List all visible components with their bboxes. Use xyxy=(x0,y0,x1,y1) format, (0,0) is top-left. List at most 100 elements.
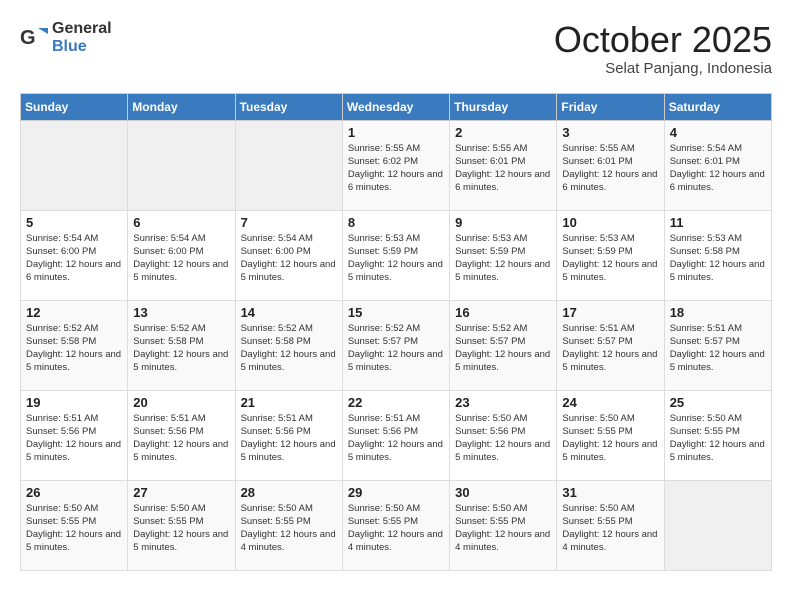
cell-info: Sunrise: 5:51 AM Sunset: 5:56 PM Dayligh… xyxy=(241,412,337,465)
cell-info: Sunrise: 5:51 AM Sunset: 5:57 PM Dayligh… xyxy=(670,322,766,375)
calendar-cell: 14 Sunrise: 5:52 AM Sunset: 5:58 PM Dayli… xyxy=(235,300,342,390)
day-number: 27 xyxy=(133,485,229,500)
calendar-cell: 8 Sunrise: 5:53 AM Sunset: 5:59 PM Daylig… xyxy=(342,210,449,300)
day-number: 19 xyxy=(26,395,122,410)
page-header: G General Blue October 2025 Selat Panjan… xyxy=(20,20,772,77)
day-number: 7 xyxy=(241,215,337,230)
day-number: 28 xyxy=(241,485,337,500)
day-number: 1 xyxy=(348,125,444,140)
calendar-cell: 6Sunrise: 5:54 AM Sunset: 6:00 PM Daylig… xyxy=(128,210,235,300)
cell-info: Sunrise: 5:51 AM Sunset: 5:57 PM Dayligh… xyxy=(562,322,658,375)
day-number: 4 xyxy=(670,125,766,140)
calendar-cell: 21 Sunrise: 5:51 AM Sunset: 5:56 PM Dayli… xyxy=(235,390,342,480)
calendar-cell: 7Sunrise: 5:54 AM Sunset: 6:00 PM Daylig… xyxy=(235,210,342,300)
day-number: 6 xyxy=(133,215,229,230)
logo-icon: G xyxy=(20,24,48,52)
calendar-cell: 22 Sunrise: 5:51 AM Sunset: 5:56 PM Dayli… xyxy=(342,390,449,480)
calendar-cell: 25 Sunrise: 5:50 AM Sunset: 5:55 PM Dayli… xyxy=(664,390,771,480)
col-header-wednesday: Wednesday xyxy=(342,93,449,120)
day-number: 22 xyxy=(348,395,444,410)
calendar-cell xyxy=(21,120,128,210)
col-header-friday: Friday xyxy=(557,93,664,120)
day-number: 30 xyxy=(455,485,551,500)
cell-info: Sunrise: 5:53 AM Sunset: 5:59 PM Dayligh… xyxy=(562,232,658,285)
cell-info: Sunrise: 5:50 AM Sunset: 5:55 PM Dayligh… xyxy=(241,502,337,555)
calendar-cell: 10 Sunrise: 5:53 AM Sunset: 5:59 PM Dayli… xyxy=(557,210,664,300)
calendar-cell xyxy=(128,120,235,210)
day-number: 25 xyxy=(670,395,766,410)
calendar-cell: 28 Sunrise: 5:50 AM Sunset: 5:55 PM Dayli… xyxy=(235,480,342,570)
day-number: 24 xyxy=(562,395,658,410)
calendar-cell: 24 Sunrise: 5:50 AM Sunset: 5:55 PM Dayli… xyxy=(557,390,664,480)
calendar-cell: 9Sunrise: 5:53 AM Sunset: 5:59 PM Daylig… xyxy=(450,210,557,300)
cell-info: Sunrise: 5:52 AM Sunset: 5:58 PM Dayligh… xyxy=(241,322,337,375)
cell-info: Sunrise: 5:52 AM Sunset: 5:57 PM Dayligh… xyxy=(455,322,551,375)
calendar-cell: 1 Sunrise: 5:55 AM Sunset: 6:02 PM Daylig… xyxy=(342,120,449,210)
calendar-cell: 15Sunrise: 5:52 AM Sunset: 5:57 PM Dayli… xyxy=(342,300,449,390)
cell-info: Sunrise: 5:54 AM Sunset: 6:01 PM Dayligh… xyxy=(670,142,766,195)
calendar-cell: 5Sunrise: 5:54 AM Sunset: 6:00 PM Daylig… xyxy=(21,210,128,300)
cell-info: Sunrise: 5:55 AM Sunset: 6:02 PM Dayligh… xyxy=(348,142,444,195)
day-number: 21 xyxy=(241,395,337,410)
day-number: 3 xyxy=(562,125,658,140)
cell-info: Sunrise: 5:50 AM Sunset: 5:55 PM Dayligh… xyxy=(562,412,658,465)
day-number: 20 xyxy=(133,395,229,410)
calendar-cell: 3Sunrise: 5:55 AM Sunset: 6:01 PM Daylig… xyxy=(557,120,664,210)
logo-general: General xyxy=(52,20,112,38)
day-number: 16 xyxy=(455,305,551,320)
location: Selat Panjang, Indonesia xyxy=(554,60,772,77)
title-area: October 2025 Selat Panjang, Indonesia xyxy=(554,20,772,77)
day-number: 11 xyxy=(670,215,766,230)
cell-info: Sunrise: 5:50 AM Sunset: 5:55 PM Dayligh… xyxy=(670,412,766,465)
col-header-sunday: Sunday xyxy=(21,93,128,120)
col-header-tuesday: Tuesday xyxy=(235,93,342,120)
week-row-3: 12Sunrise: 5:52 AM Sunset: 5:58 PM Dayli… xyxy=(21,300,772,390)
calendar-cell: 31 Sunrise: 5:50 AM Sunset: 5:55 PM Dayli… xyxy=(557,480,664,570)
day-number: 10 xyxy=(562,215,658,230)
day-number: 5 xyxy=(26,215,122,230)
month-title: October 2025 xyxy=(554,20,772,60)
day-number: 14 xyxy=(241,305,337,320)
cell-info: Sunrise: 5:52 AM Sunset: 5:58 PM Dayligh… xyxy=(26,322,122,375)
day-number: 23 xyxy=(455,395,551,410)
day-number: 8 xyxy=(348,215,444,230)
calendar-cell xyxy=(235,120,342,210)
cell-info: Sunrise: 5:51 AM Sunset: 5:56 PM Dayligh… xyxy=(348,412,444,465)
week-row-5: 26Sunrise: 5:50 AM Sunset: 5:55 PM Dayli… xyxy=(21,480,772,570)
calendar-cell: 4 Sunrise: 5:54 AM Sunset: 6:01 PM Daylig… xyxy=(664,120,771,210)
week-row-1: 1 Sunrise: 5:55 AM Sunset: 6:02 PM Daylig… xyxy=(21,120,772,210)
calendar-cell: 26Sunrise: 5:50 AM Sunset: 5:55 PM Dayli… xyxy=(21,480,128,570)
day-number: 2 xyxy=(455,125,551,140)
week-row-4: 19 Sunrise: 5:51 AM Sunset: 5:56 PM Dayli… xyxy=(21,390,772,480)
day-number: 29 xyxy=(348,485,444,500)
cell-info: Sunrise: 5:53 AM Sunset: 5:59 PM Dayligh… xyxy=(348,232,444,285)
calendar-cell: 29Sunrise: 5:50 AM Sunset: 5:55 PM Dayli… xyxy=(342,480,449,570)
col-header-thursday: Thursday xyxy=(450,93,557,120)
cell-info: Sunrise: 5:50 AM Sunset: 5:55 PM Dayligh… xyxy=(562,502,658,555)
calendar-cell: 30 Sunrise: 5:50 AM Sunset: 5:55 PM Dayli… xyxy=(450,480,557,570)
calendar-cell: 11Sunrise: 5:53 AM Sunset: 5:58 PM Dayli… xyxy=(664,210,771,300)
calendar-table: SundayMondayTuesdayWednesdayThursdayFrid… xyxy=(20,93,772,571)
logo-blue: Blue xyxy=(52,38,112,56)
day-number: 15 xyxy=(348,305,444,320)
day-number: 31 xyxy=(562,485,658,500)
day-number: 13 xyxy=(133,305,229,320)
col-header-saturday: Saturday xyxy=(664,93,771,120)
cell-info: Sunrise: 5:50 AM Sunset: 5:56 PM Dayligh… xyxy=(455,412,551,465)
cell-info: Sunrise: 5:51 AM Sunset: 5:56 PM Dayligh… xyxy=(133,412,229,465)
calendar-cell: 18Sunrise: 5:51 AM Sunset: 5:57 PM Dayli… xyxy=(664,300,771,390)
cell-info: Sunrise: 5:50 AM Sunset: 5:55 PM Dayligh… xyxy=(455,502,551,555)
calendar-cell: 23 Sunrise: 5:50 AM Sunset: 5:56 PM Dayli… xyxy=(450,390,557,480)
cell-info: Sunrise: 5:50 AM Sunset: 5:55 PM Dayligh… xyxy=(26,502,122,555)
calendar-cell: 2 Sunrise: 5:55 AM Sunset: 6:01 PM Daylig… xyxy=(450,120,557,210)
logo: G General Blue xyxy=(20,20,112,55)
calendar-cell xyxy=(664,480,771,570)
calendar-header-row: SundayMondayTuesdayWednesdayThursdayFrid… xyxy=(21,93,772,120)
cell-info: Sunrise: 5:51 AM Sunset: 5:56 PM Dayligh… xyxy=(26,412,122,465)
calendar-cell: 16 Sunrise: 5:52 AM Sunset: 5:57 PM Dayli… xyxy=(450,300,557,390)
cell-info: Sunrise: 5:55 AM Sunset: 6:01 PM Dayligh… xyxy=(455,142,551,195)
calendar-cell: 20 Sunrise: 5:51 AM Sunset: 5:56 PM Dayli… xyxy=(128,390,235,480)
svg-text:G: G xyxy=(20,27,36,49)
cell-info: Sunrise: 5:53 AM Sunset: 5:59 PM Dayligh… xyxy=(455,232,551,285)
cell-info: Sunrise: 5:52 AM Sunset: 5:58 PM Dayligh… xyxy=(133,322,229,375)
